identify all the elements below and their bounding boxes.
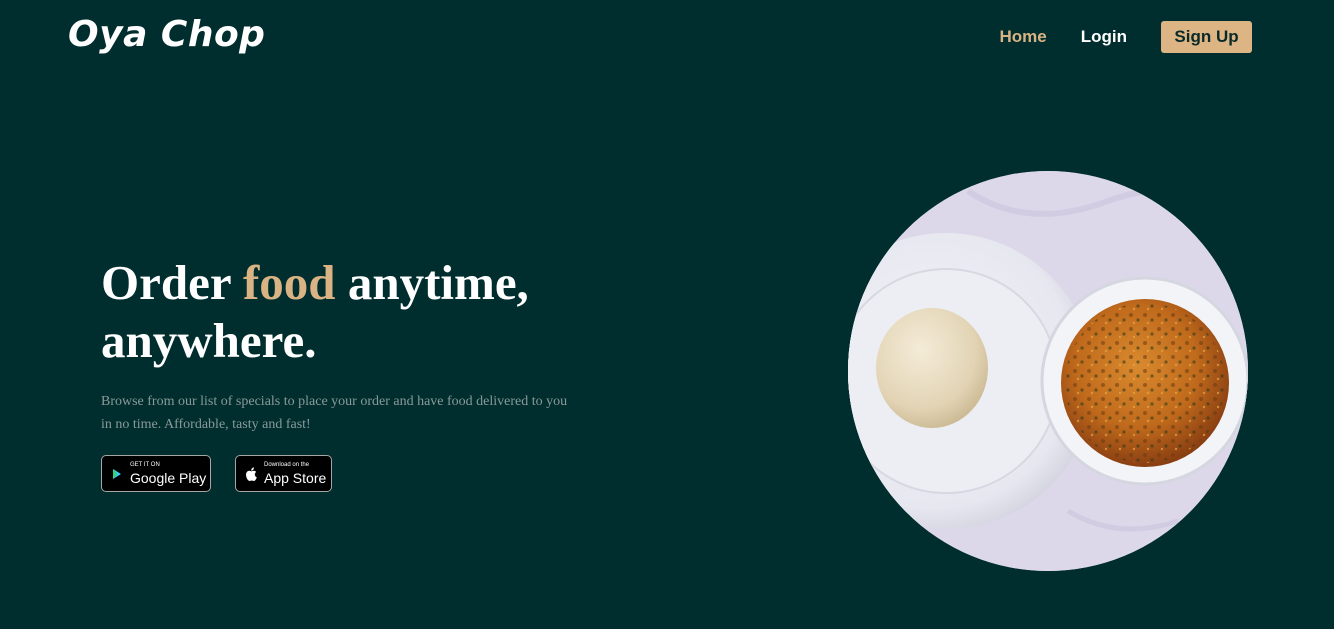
google-play-label: Google Play [130, 470, 207, 486]
nav-login-link[interactable]: Login [1081, 27, 1127, 47]
nav-home-link[interactable]: Home [1000, 27, 1047, 47]
app-store-small-label: Download on the [264, 462, 310, 468]
app-store-button[interactable]: Download on the App Store [235, 455, 332, 492]
google-play-small-label: GET IT ON [130, 462, 160, 468]
hero-title-accent: food [242, 255, 336, 310]
logo[interactable]: Oya Chop [68, 14, 265, 55]
top-nav: Home Login Sign Up [1000, 21, 1252, 53]
apple-icon [244, 466, 258, 481]
play-icon [110, 468, 124, 479]
google-play-button[interactable]: GET IT ON Google Play [101, 455, 211, 492]
app-store-label: App Store [264, 470, 327, 486]
hero-title: Order food anytime, anywhere. [101, 254, 621, 370]
hero-title-start: Order [101, 255, 243, 310]
hero-description: Browse from our list of specials to plac… [101, 394, 568, 432]
food-photo [848, 171, 1248, 571]
signup-button[interactable]: Sign Up [1161, 21, 1252, 53]
